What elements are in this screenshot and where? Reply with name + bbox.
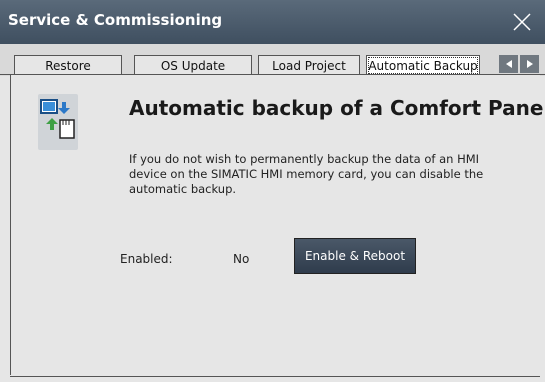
- bottom-border: [10, 376, 540, 377]
- service-commissioning-window: Service & Commissioning Restore OS Updat…: [0, 0, 545, 382]
- tab-content-panel: [10, 75, 540, 375]
- tab-label: Load Project: [272, 58, 346, 73]
- window-title: Service & Commissioning: [8, 11, 223, 29]
- tab-restore[interactable]: Restore: [14, 55, 122, 75]
- tab-automatic-backup[interactable]: Automatic Backup: [366, 55, 480, 76]
- arrow-left-icon: [505, 60, 512, 68]
- tab-label: Restore: [45, 58, 91, 73]
- enabled-value: No: [233, 252, 250, 266]
- backup-icon: [38, 94, 78, 150]
- tab-os-update[interactable]: OS Update: [134, 55, 252, 75]
- tab-scroll-arrows: [497, 55, 539, 73]
- enable-reboot-label: Enable & Reboot: [304, 249, 406, 263]
- close-button[interactable]: [499, 0, 545, 44]
- close-icon: [513, 13, 531, 31]
- enabled-label: Enabled:: [120, 252, 173, 266]
- tab-label: OS Update: [160, 58, 226, 73]
- tab-load-project[interactable]: Load Project: [258, 55, 360, 75]
- description-text: If you do not wish to permanently backup…: [129, 152, 484, 196]
- arrow-right-icon: [526, 60, 533, 68]
- tab-label: Automatic Backup: [368, 59, 478, 73]
- tab-scroll-right-button[interactable]: [520, 55, 539, 73]
- title-bar: Service & Commissioning: [0, 0, 545, 44]
- page-heading: Automatic backup of a Comfort Panel: [129, 96, 545, 120]
- tab-scroll-left-button[interactable]: [499, 55, 518, 73]
- enable-reboot-button[interactable]: Enable & Reboot: [294, 238, 416, 274]
